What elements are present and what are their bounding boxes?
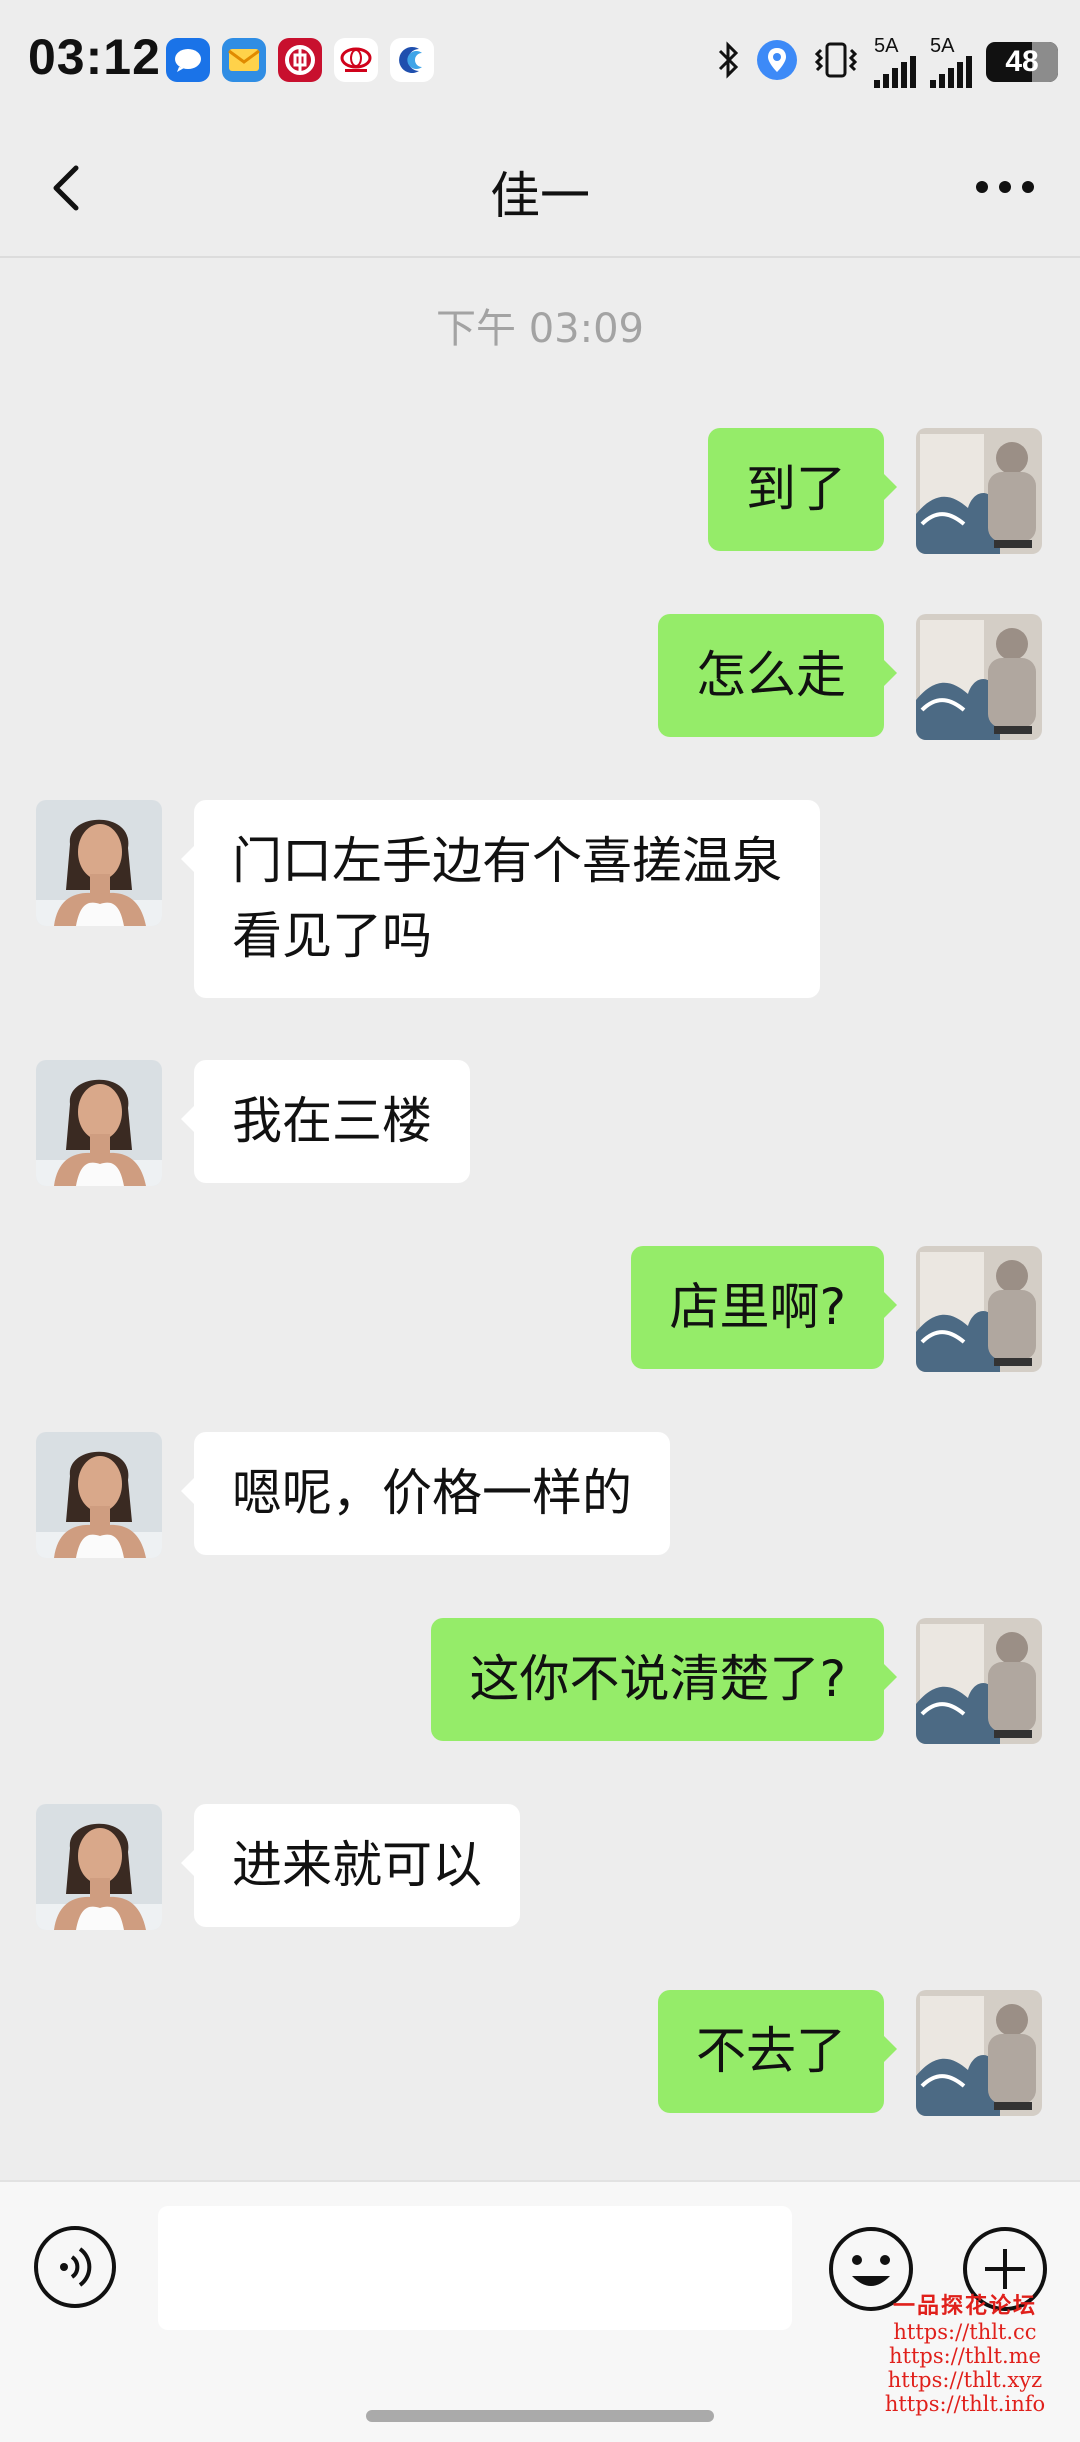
voice-input-icon[interactable] [32, 2224, 118, 2310]
message-bubble[interactable]: 店里啊? [631, 1246, 897, 1369]
contact-avatar[interactable] [36, 1804, 162, 1930]
my-avatar[interactable] [916, 1618, 1042, 1744]
contact-avatar[interactable] [36, 800, 162, 926]
my-avatar[interactable] [916, 1246, 1042, 1372]
watermark: 一品探花论坛 https://thlt.cc https://thlt.me h… [855, 2292, 1075, 2416]
watermark-link: https://thlt.info [884, 2392, 1046, 2416]
message-bubble[interactable]: 怎么走 [658, 614, 897, 737]
home-indicator[interactable] [366, 2410, 714, 2422]
my-avatar[interactable] [916, 614, 1042, 740]
my-avatar[interactable] [916, 428, 1042, 554]
message-bubble[interactable]: 这你不说清楚了? [431, 1618, 897, 1741]
watermark-title: 一品探花论坛 [892, 2293, 1037, 2319]
message-list: 到了 怎么走 门口左手边有个喜搓温泉 看见了吗 我在三楼 店里啊? 嗯呢，价格一… [0, 0, 1080, 2180]
my-avatar[interactable] [916, 1990, 1042, 2116]
watermark-link: https://thlt.me [889, 2344, 1041, 2368]
watermark-link: https://thlt.xyz [887, 2368, 1043, 2392]
message-bubble[interactable]: 门口左手边有个喜搓温泉 看见了吗 [181, 800, 820, 998]
message-bubble[interactable]: 不去了 [658, 1990, 897, 2113]
message-bubble[interactable]: 嗯呢，价格一样的 [181, 1432, 670, 1555]
contact-avatar[interactable] [36, 1060, 162, 1186]
watermark-link: https://thlt.cc [893, 2320, 1037, 2344]
message-bubble[interactable]: 到了 [708, 428, 897, 551]
message-bubble[interactable]: 我在三楼 [181, 1060, 470, 1183]
message-input[interactable] [158, 2206, 792, 2330]
contact-avatar[interactable] [36, 1432, 162, 1558]
message-bubble[interactable]: 进来就可以 [181, 1804, 520, 1927]
chat-input-bar: 一品探花论坛 https://thlt.cc https://thlt.me h… [0, 2180, 1080, 2442]
